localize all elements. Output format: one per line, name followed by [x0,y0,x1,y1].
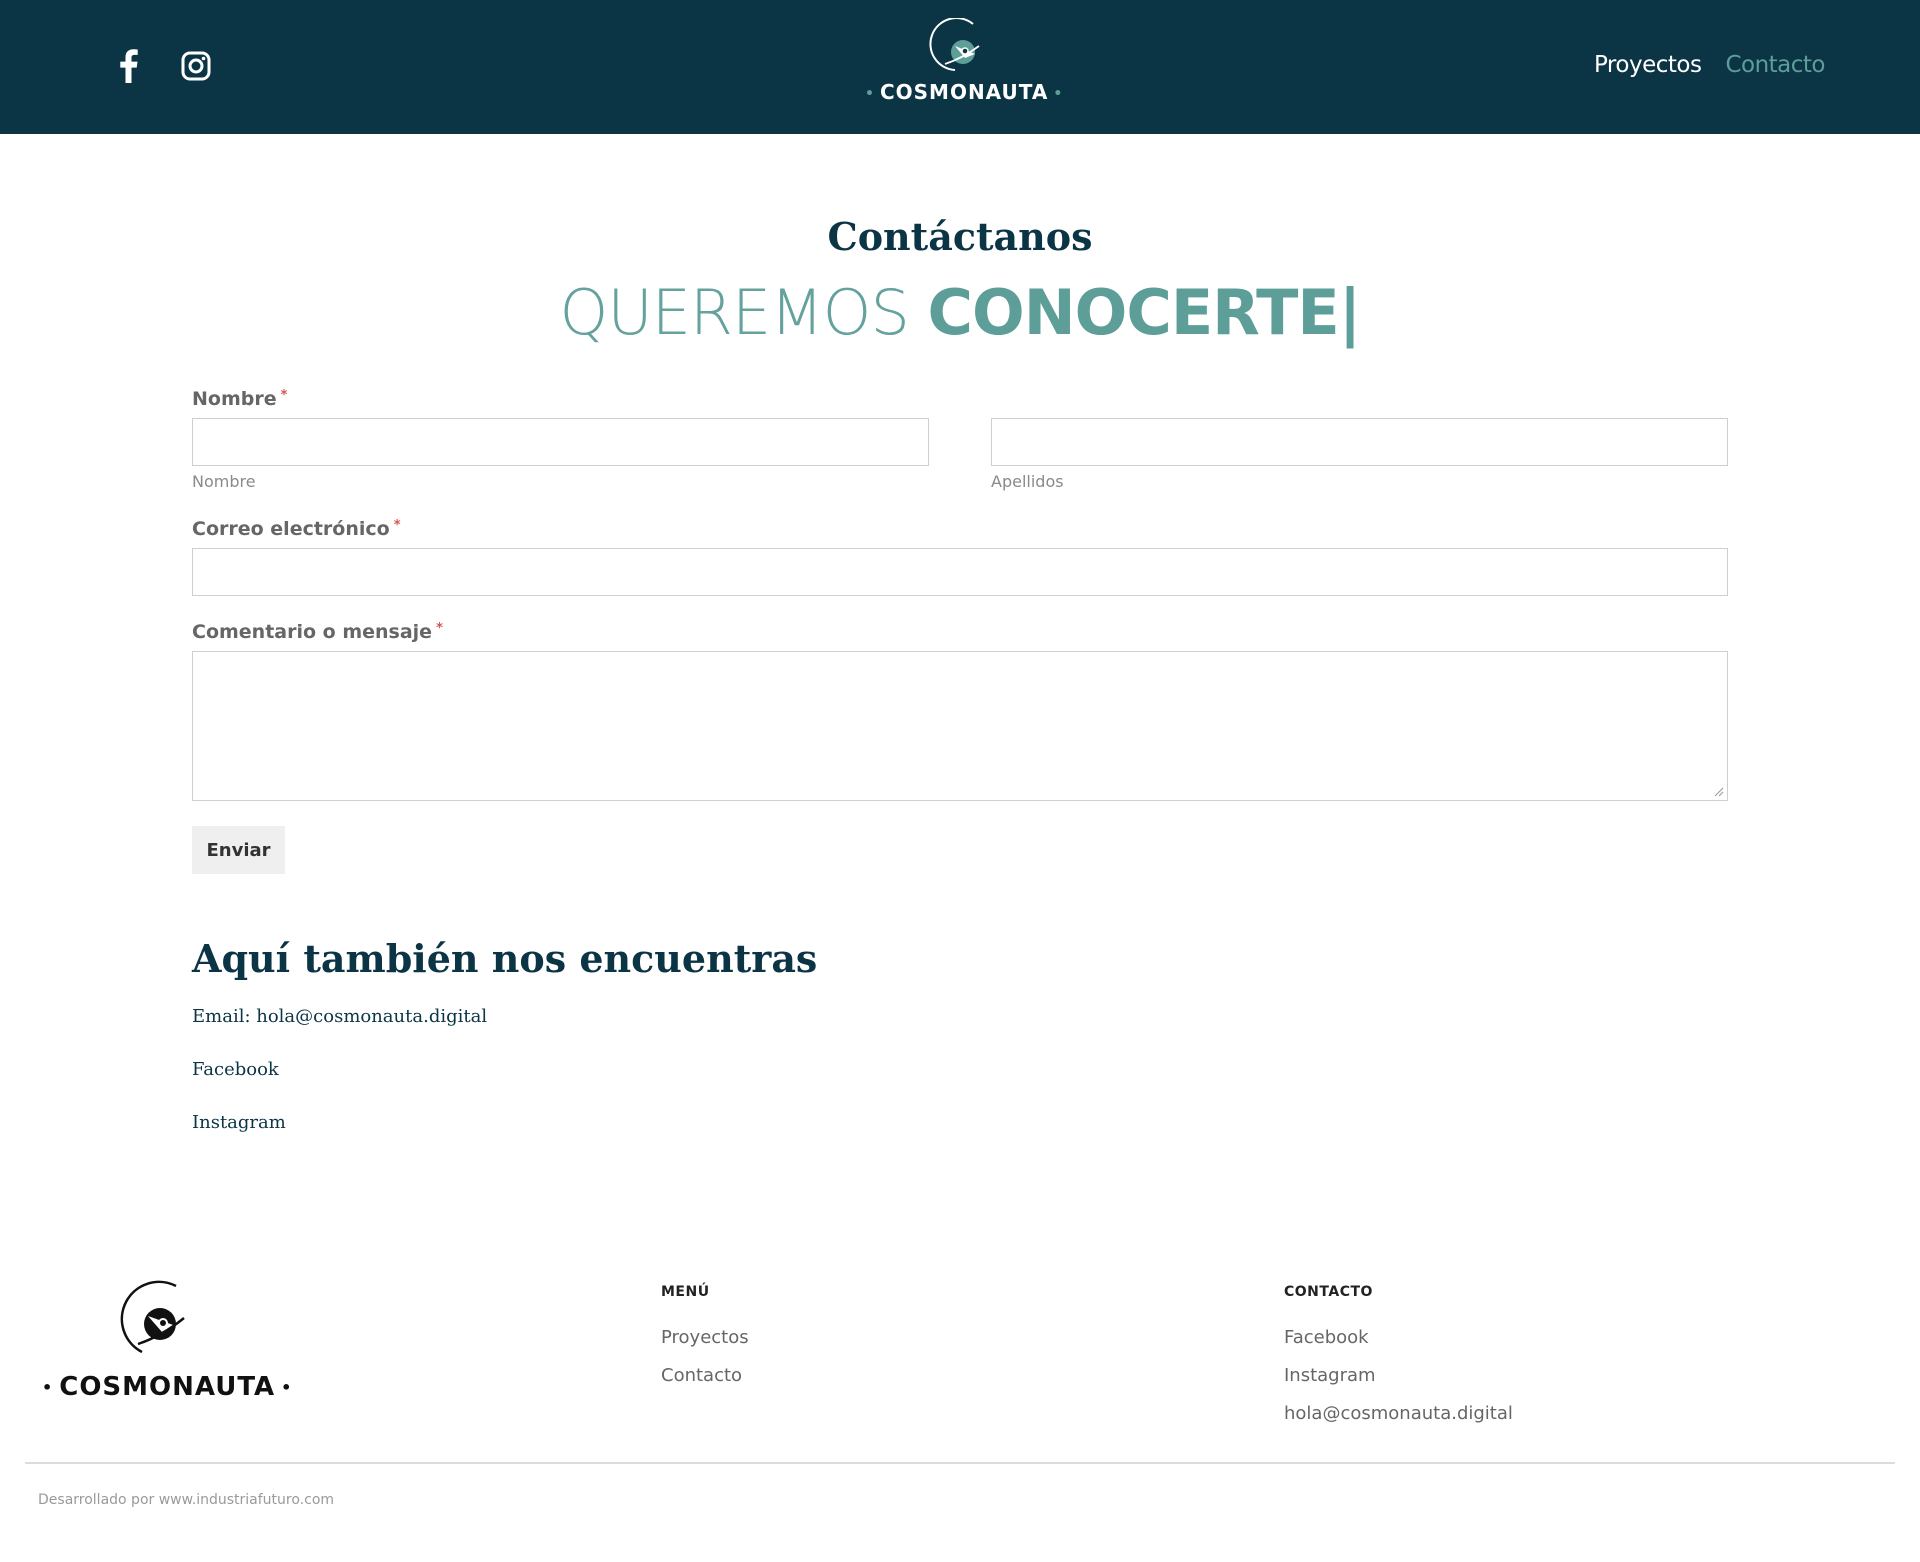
resize-handle-icon[interactable] [1714,787,1724,797]
facebook-link[interactable]: Facebook [192,1059,279,1080]
email-line[interactable]: Email: hola@cosmonauta.digital [192,1006,487,1027]
instagram-icon[interactable] [178,48,214,84]
nav-item-proyectos[interactable]: Proyectos [1594,52,1702,78]
footer-link-instagram[interactable]: Instagram [1284,1365,1376,1386]
also-find-us-heading: Aquí también nos encuentras [192,936,818,981]
astronaut-logo-icon [929,18,980,71]
header-logo[interactable]: • COSMONAUTA • [860,18,1064,118]
footer-link-facebook[interactable]: Facebook [1284,1327,1369,1348]
hero-light-text: QUEREMOS [559,276,910,349]
name-label: Nombre * [192,388,288,410]
astronaut-logo-icon [120,1280,185,1354]
last-name-input[interactable] [991,418,1728,466]
footer-divider [25,1462,1895,1464]
email-label: Correo electrónico * [192,518,401,540]
footer-menu-heading: MENÚ [661,1284,710,1300]
developer-credit[interactable]: Desarrollado por www.industriafuturo.com [38,1492,334,1508]
instagram-link[interactable]: Instagram [192,1112,286,1133]
footer-link-contacto[interactable]: Contacto [661,1365,742,1386]
required-mark: * [280,388,288,403]
first-name-input[interactable] [192,418,929,466]
submit-button[interactable]: Enviar [192,826,285,874]
first-name-sublabel: Nombre [192,472,256,491]
message-label: Comentario o mensaje * [192,621,443,643]
site-header: • COSMONAUTA • Proyectos Contacto [0,0,1920,134]
hero-heading: QUEREMOS CONOCERTE| [0,276,1920,349]
nav-item-contacto[interactable]: Contacto [1725,52,1825,78]
message-textarea[interactable] [192,651,1728,801]
header-brand: • COSMONAUTA • [865,80,1064,104]
last-name-sublabel: Apellidos [991,472,1064,491]
footer-logo[interactable]: • COSMONAUTA • [36,1280,296,1420]
email-input[interactable] [192,548,1728,596]
footer-contact-heading: CONTACTO [1284,1284,1373,1300]
footer-link-proyectos[interactable]: Proyectos [661,1327,749,1348]
main-nav: Proyectos Contacto [1594,52,1826,78]
required-mark: * [393,518,401,533]
page-title: Contáctanos [827,214,1093,259]
footer-link-email[interactable]: hola@cosmonauta.digital [1284,1403,1513,1424]
hero-bold-text: CONOCERTE| [927,276,1362,349]
footer-brand: • COSMONAUTA • [42,1372,293,1402]
facebook-icon[interactable] [110,48,146,84]
required-mark: * [436,621,443,636]
